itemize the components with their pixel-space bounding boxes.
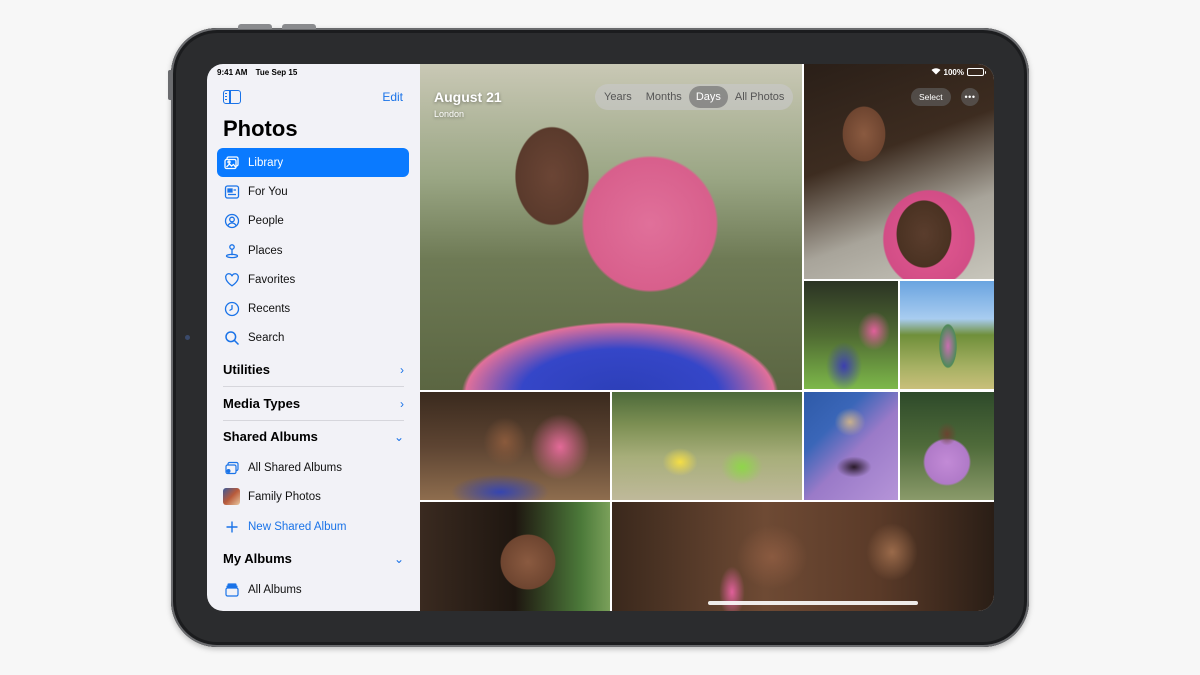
sidebar-item-label: Places	[248, 244, 283, 257]
places-icon	[223, 242, 240, 259]
select-button[interactable]: Select	[911, 88, 951, 106]
view-segmented-control: Years Months Days All Photos	[595, 84, 794, 110]
plus-icon	[223, 518, 240, 535]
sidebar-item-label: All Albums	[248, 583, 302, 596]
sidebar-item-all-albums[interactable]: All Albums	[223, 575, 404, 604]
section-title: Media Types	[223, 396, 301, 411]
album-thumbnail	[223, 488, 240, 505]
sidebar-item-label: New Shared Album	[248, 520, 347, 533]
photo-date-heading: August 21	[434, 89, 502, 105]
battery-percent: 100%	[943, 67, 964, 77]
more-options-icon[interactable]: •••	[961, 88, 979, 106]
sidebar-item-label: Recents	[248, 303, 291, 316]
status-time: 9:41 AM	[217, 68, 248, 77]
section-my-albums[interactable]: My Albums ⌄	[223, 542, 404, 575]
chevron-right-icon: ›	[400, 362, 404, 377]
section-shared-albums[interactable]: Shared Albums ⌄	[223, 420, 404, 453]
wifi-icon	[931, 67, 941, 77]
side-button	[168, 70, 172, 100]
sidebar-item-people[interactable]: People	[217, 207, 409, 236]
top-button-1	[238, 24, 272, 29]
photo-location: London	[434, 109, 465, 119]
people-icon	[223, 213, 240, 230]
sidebar-item-for-you[interactable]: For You	[217, 177, 409, 206]
sidebar-item-label: Family Photos	[248, 490, 321, 503]
photo-tile[interactable]	[420, 392, 610, 500]
sidebar-item-family-photos[interactable]: Family Photos	[223, 482, 404, 511]
library-icon	[223, 154, 240, 171]
new-shared-album-button[interactable]: New Shared Album	[223, 512, 404, 541]
sidebar-item-library[interactable]: Library	[217, 148, 409, 178]
segment-days[interactable]: Days	[688, 86, 728, 108]
photo-tile[interactable]	[420, 502, 610, 611]
segment-months[interactable]: Months	[639, 86, 689, 108]
segment-all-photos[interactable]: All Photos	[728, 86, 792, 108]
sidebar-item-recents[interactable]: Recents	[217, 294, 409, 323]
heart-icon	[223, 271, 240, 288]
photo-tile[interactable]	[900, 392, 994, 500]
section-title: My Albums	[223, 551, 292, 566]
screen: 9:41 AM Tue Sep 15 Edit Photos Library F…	[207, 64, 994, 611]
status-bar-right: 100%	[931, 67, 986, 77]
edit-button[interactable]: Edit	[382, 90, 403, 104]
sidebar-item-label: Favorites	[248, 273, 296, 286]
albums-icon	[223, 581, 240, 598]
chevron-down-icon: ⌄	[393, 429, 404, 444]
shared-album-icon	[223, 459, 240, 476]
photo-tile[interactable]	[804, 392, 898, 500]
chevron-right-icon: ›	[400, 396, 404, 411]
sidebar-item-search[interactable]: Search	[217, 324, 409, 353]
sidebar-item-favorites[interactable]: Favorites	[217, 265, 409, 294]
photo-tile[interactable]	[612, 502, 994, 611]
sidebar-item-label: All Shared Albums	[248, 461, 342, 474]
chevron-down-icon: ⌄	[393, 551, 404, 566]
front-camera	[185, 335, 190, 340]
sidebar: 9:41 AM Tue Sep 15 Edit Photos Library F…	[207, 64, 420, 611]
photo-grid: August 21 London Years Months Days All P…	[420, 64, 994, 611]
segment-years[interactable]: Years	[597, 86, 639, 108]
sidebar-item-label: Search	[248, 332, 285, 345]
section-title: Utilities	[223, 362, 270, 377]
search-icon	[223, 330, 240, 347]
clock-icon	[223, 301, 240, 318]
status-date: Tue Sep 15	[255, 68, 298, 77]
section-utilities[interactable]: Utilities ›	[223, 353, 404, 386]
sidebar-item-all-shared-albums[interactable]: All Shared Albums	[223, 453, 404, 482]
photo-tile[interactable]	[420, 64, 802, 390]
section-title: Shared Albums	[223, 429, 318, 444]
for-you-icon	[223, 183, 240, 200]
status-bar-left: 9:41 AM Tue Sep 15	[217, 68, 303, 77]
page-title: Photos	[223, 116, 298, 141]
sidebar-item-label: Library	[248, 156, 284, 169]
photo-tile[interactable]	[900, 281, 994, 389]
sidebar-item-places[interactable]: Places	[217, 236, 409, 265]
top-button-2	[282, 24, 316, 29]
sidebar-nav: Library For You People Places Favorites …	[217, 148, 409, 353]
section-media-types[interactable]: Media Types ›	[223, 387, 404, 420]
sidebar-item-label: For You	[248, 185, 288, 198]
battery-icon	[967, 68, 986, 76]
sidebar-item-label: People	[248, 215, 284, 228]
photo-tile[interactable]	[612, 392, 802, 500]
home-indicator[interactable]	[708, 601, 918, 605]
sidebar-toggle-icon[interactable]	[223, 90, 241, 104]
photo-tile[interactable]	[804, 281, 898, 389]
